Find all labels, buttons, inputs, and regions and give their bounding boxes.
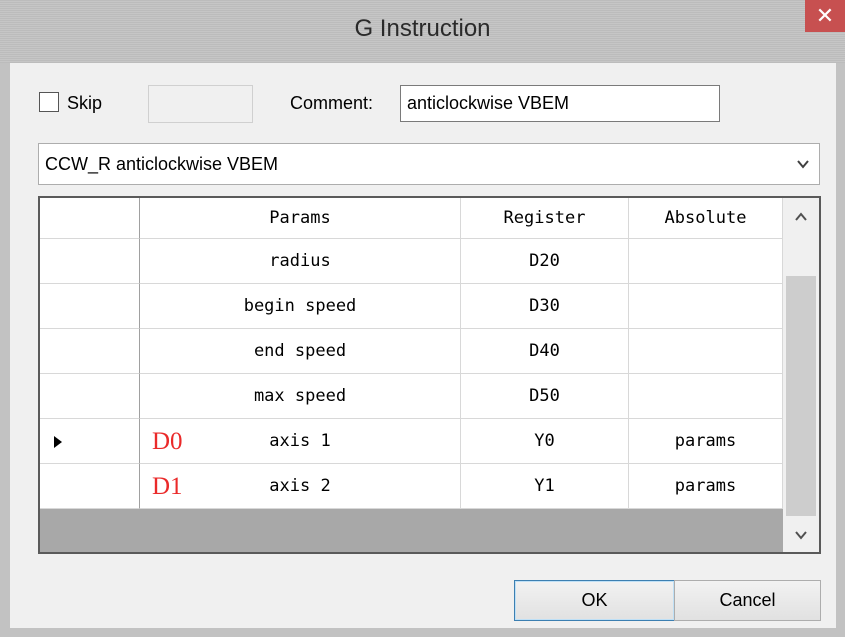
- column-header-register[interactable]: Register: [461, 198, 629, 239]
- row-header[interactable]: [40, 284, 140, 329]
- absolute-cell[interactable]: [629, 374, 783, 419]
- tag-wrapper: D0: [140, 419, 200, 464]
- g-instruction-dialog: G Instruction ✕ Skip Comment: CCW_R anti…: [0, 0, 845, 637]
- params-cell[interactable]: begin speed: [140, 284, 461, 329]
- close-button[interactable]: ✕: [805, 0, 845, 32]
- row-header[interactable]: [40, 329, 140, 374]
- absolute-cell[interactable]: params: [629, 419, 783, 464]
- column-header-params[interactable]: Params: [140, 198, 461, 239]
- current-row-pointer-icon: [54, 435, 62, 448]
- register-cell[interactable]: D20: [461, 239, 629, 284]
- skip-label: Skip: [67, 93, 103, 113]
- register-cell[interactable]: D30: [461, 284, 629, 329]
- comment-input[interactable]: [400, 85, 720, 122]
- instruction-select-value: CCW_R anticlockwise VBEM: [45, 154, 279, 174]
- params-cell[interactable]: max speed: [140, 374, 461, 419]
- window-frame-left: [0, 63, 10, 637]
- params-cell[interactable]: radius: [140, 239, 461, 284]
- window-frame-bottom: [0, 628, 845, 637]
- row-header[interactable]: [40, 464, 140, 509]
- absolute-cell[interactable]: [629, 284, 783, 329]
- window-title: G Instruction: [354, 15, 491, 42]
- absolute-cell[interactable]: params: [629, 464, 783, 509]
- skip-value-field: [148, 85, 253, 123]
- row-header[interactable]: [40, 419, 140, 464]
- ok-button[interactable]: OK: [514, 580, 675, 621]
- params-grid: Params Register Absolute radius D20 begin spe…: [38, 196, 821, 554]
- register-tag-label: D1: [152, 473, 183, 500]
- register-cell[interactable]: D50: [461, 374, 629, 419]
- scroll-up-arrow-icon[interactable]: [795, 212, 807, 222]
- register-cell[interactable]: Y0: [461, 419, 629, 464]
- grid-vertical-scrollbar[interactable]: [783, 198, 819, 552]
- register-cell[interactable]: Y1: [461, 464, 629, 509]
- title-bar[interactable]: G Instruction ✕: [0, 0, 845, 63]
- chevron-down-icon: [797, 160, 809, 169]
- comment-label: Comment:: [290, 93, 374, 113]
- window-frame-right: [836, 63, 845, 637]
- close-icon: ✕: [815, 3, 835, 28]
- skip-checkbox[interactable]: [39, 92, 59, 112]
- register-cell[interactable]: D40: [461, 329, 629, 374]
- instruction-select[interactable]: CCW_R anticlockwise VBEM: [38, 143, 820, 185]
- register-tag-label: D0: [152, 428, 183, 455]
- scroll-thumb[interactable]: [786, 276, 816, 516]
- scroll-down-arrow-icon[interactable]: [795, 530, 807, 540]
- params-cell[interactable]: end speed: [140, 329, 461, 374]
- row-header[interactable]: [40, 374, 140, 419]
- row-header[interactable]: [40, 239, 140, 284]
- tag-wrapper: D1: [140, 464, 200, 509]
- column-header-absolute[interactable]: Absolute: [629, 198, 783, 239]
- absolute-cell[interactable]: [629, 239, 783, 284]
- grid-corner-header: [40, 198, 140, 239]
- cancel-button[interactable]: Cancel: [674, 580, 821, 621]
- absolute-cell[interactable]: [629, 329, 783, 374]
